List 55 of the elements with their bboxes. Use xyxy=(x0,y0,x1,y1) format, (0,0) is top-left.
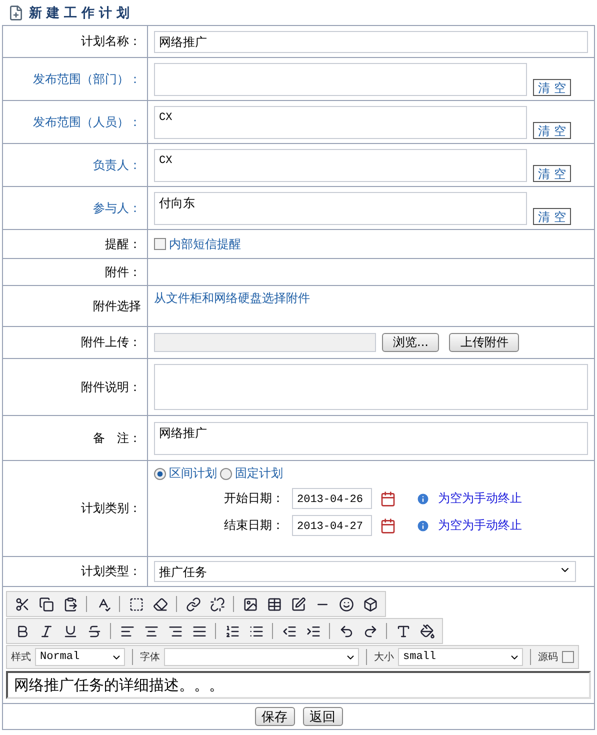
field-label: 附件上传： xyxy=(3,327,148,358)
date-field[interactable]: 2013-04-27 xyxy=(292,515,372,536)
field-label: 附件说明： xyxy=(3,359,148,415)
date-label: 结束日期： xyxy=(224,517,284,534)
field-label: 附件： xyxy=(3,259,148,285)
source-checkbox[interactable] xyxy=(562,651,574,663)
calendar-icon[interactable] xyxy=(380,518,396,534)
radio-button[interactable] xyxy=(220,468,232,480)
editor-content[interactable]: 网络推广任务的详细描述。。。 xyxy=(6,671,591,699)
source-label: 源码 xyxy=(538,651,558,664)
radio-button[interactable] xyxy=(154,468,166,480)
field-label: 发布范围（人员）： xyxy=(3,101,148,143)
checkbox[interactable] xyxy=(154,238,166,250)
text-area[interactable]: CX xyxy=(154,149,527,182)
select-label: 字体 xyxy=(140,650,160,664)
radio-label[interactable]: 区间计划 xyxy=(169,465,217,482)
info-icon xyxy=(416,518,430,532)
text-field[interactable]: 网络推广 xyxy=(154,30,588,52)
field-label: 提醒： xyxy=(3,230,148,258)
type-select[interactable]: 推广任务 xyxy=(154,561,576,582)
field-label: 计划名称： xyxy=(3,26,148,57)
upload-button[interactable]: 上传附件 xyxy=(449,333,520,352)
date-field[interactable]: 2013-04-26 xyxy=(292,488,372,509)
page-title: 新 建 工 作 计 划 xyxy=(29,4,130,22)
clear-button[interactable]: 清 空 xyxy=(533,122,571,139)
field-label: 计划类型： xyxy=(3,557,148,586)
checkbox-label[interactable]: 内部短信提醒 xyxy=(169,236,241,252)
field-label: 备 注： xyxy=(3,416,148,460)
field-label: 计划类别： xyxy=(3,461,148,556)
text-area[interactable]: CX xyxy=(154,106,527,139)
file-field[interactable] xyxy=(154,333,376,352)
hint-text: 为空为手动终止 xyxy=(438,517,522,534)
back-button[interactable]: 返回 xyxy=(302,707,342,726)
text-area[interactable]: 付向东 xyxy=(154,192,527,225)
hint-text: 为空为手动终止 xyxy=(438,490,522,507)
clear-button[interactable]: 清 空 xyxy=(533,208,571,225)
save-button[interactable]: 保存 xyxy=(254,707,294,726)
field-label: 参与人： xyxy=(3,187,148,229)
editor-select[interactable]: Normal xyxy=(35,648,125,666)
clear-button[interactable]: 清 空 xyxy=(533,79,571,96)
editor-select[interactable]: small xyxy=(398,648,523,666)
field-label: 发布范围（部门）： xyxy=(3,58,148,100)
text-area[interactable]: 网络推广 xyxy=(154,422,588,454)
calendar-icon[interactable] xyxy=(380,490,396,506)
radio-label[interactable]: 固定计划 xyxy=(235,465,283,482)
select-label: 样式 xyxy=(11,650,31,664)
info-icon xyxy=(416,492,430,506)
browse-button[interactable]: 浏览... xyxy=(382,333,440,352)
date-label: 开始日期： xyxy=(224,490,284,507)
field-label: 负责人： xyxy=(3,144,148,186)
attachment-link[interactable]: 从文件柜和网络硬盘选择附件 xyxy=(154,290,310,307)
select-label: 大小 xyxy=(374,650,394,664)
clear-button[interactable]: 清 空 xyxy=(533,165,571,182)
new-document-icon xyxy=(8,4,24,20)
field-label: 附件选择 xyxy=(3,286,148,326)
